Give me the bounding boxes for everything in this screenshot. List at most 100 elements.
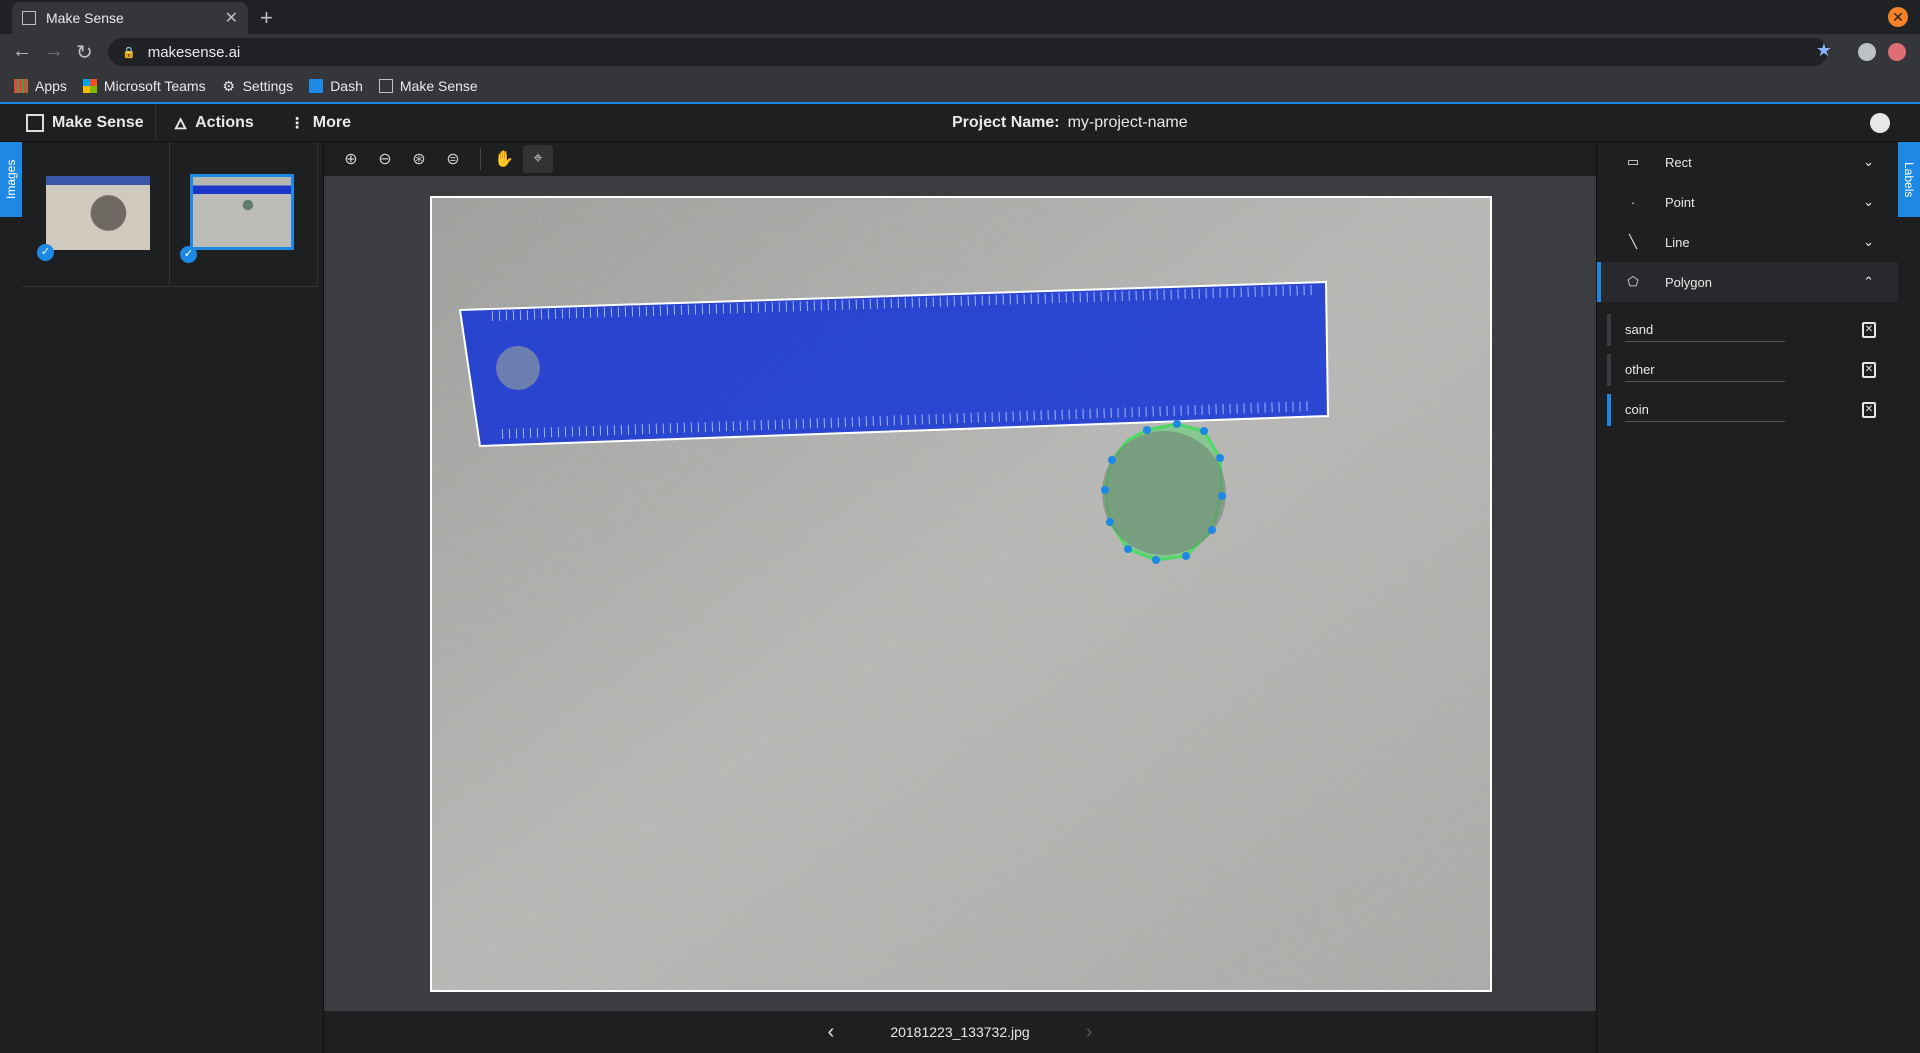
bookmark-label: Make Sense xyxy=(399,78,478,94)
flame-icon: 🜂 xyxy=(174,116,188,133)
chevron-down-icon[interactable]: ⌄ xyxy=(1863,154,1874,170)
actions-menu[interactable]: 🜂 Actions xyxy=(156,104,272,141)
bookmark-apps[interactable]: Apps xyxy=(14,78,67,94)
polygon-icon: ⬠ xyxy=(1627,274,1639,289)
make-sense-icon xyxy=(22,11,36,25)
bookmark-label: Dash xyxy=(330,78,363,94)
forward-icon[interactable]: → xyxy=(44,40,64,63)
image-thumbnail-selected[interactable]: ✓ xyxy=(170,142,318,287)
annotated-image[interactable] xyxy=(430,196,1492,992)
polygon-vertex xyxy=(1218,492,1226,500)
zoom-in-icon[interactable]: ⊕ xyxy=(336,145,366,173)
url-text: makesense.ai xyxy=(147,43,241,61)
thumbnail-image xyxy=(46,176,150,250)
image-canvas[interactable] xyxy=(324,176,1596,1011)
project-name: Project Name: my-project-name xyxy=(952,114,1188,132)
bookmark-dash[interactable]: Dash xyxy=(309,78,363,94)
label-type-line[interactable]: ╲ Line ⌄ xyxy=(1597,222,1898,262)
chevron-down-icon[interactable]: ⌄ xyxy=(1863,234,1874,250)
polygon-vertex xyxy=(1106,518,1114,526)
project-name-input[interactable]: my-project-name xyxy=(1068,114,1188,131)
label-color-bar xyxy=(1607,394,1611,426)
next-image-icon[interactable]: › xyxy=(1086,1021,1093,1044)
image-svg xyxy=(432,198,1490,990)
image-thumbnail[interactable]: ✓ xyxy=(22,142,170,287)
label-type-name: Point xyxy=(1665,194,1695,210)
right-side-strip xyxy=(1898,217,1920,1053)
label-type-polygon[interactable]: ⬠ Polygon ⌃ xyxy=(1597,262,1898,302)
apps-grid-icon xyxy=(14,79,28,93)
label-panel: ▭ Rect ⌄ · Point ⌄ ╲ Line ⌄ ⬠ Polygon ⌃ … xyxy=(1596,142,1898,1053)
bookmark-label: Microsoft Teams xyxy=(103,78,206,94)
brand[interactable]: Make Sense xyxy=(0,104,156,141)
chevron-down-icon[interactable]: ⌄ xyxy=(1863,194,1874,210)
previous-image-icon[interactable]: ‹ xyxy=(828,1021,835,1044)
toolbar-divider xyxy=(480,148,481,170)
label-name-input[interactable]: coin xyxy=(1625,398,1785,422)
bookmark-make-sense[interactable]: Make Sense xyxy=(378,78,478,94)
microsoft-icon xyxy=(82,79,97,93)
label-type-name: Polygon xyxy=(1665,274,1712,290)
actions-label: Actions xyxy=(195,113,254,131)
bookmark-settings[interactable]: ⚙ Settings xyxy=(222,78,294,94)
crosshair-icon[interactable]: ⌖ xyxy=(523,145,553,173)
polygon-vertex xyxy=(1216,454,1224,462)
more-vertical-icon: ⋮ xyxy=(289,114,305,132)
browser-tab[interactable]: Make Sense ✕ xyxy=(12,2,248,34)
zoom-fit-icon[interactable]: ⊛ xyxy=(404,145,434,173)
label-color-bar xyxy=(1607,314,1611,346)
polygon-vertex xyxy=(1143,426,1151,434)
bookmark-label: Settings xyxy=(242,78,294,94)
label-row-sand[interactable]: sand ✕ xyxy=(1607,310,1898,350)
check-icon: ✓ xyxy=(180,246,197,263)
rect-icon: ▭ xyxy=(1626,154,1640,169)
label-name-input[interactable]: other xyxy=(1625,358,1785,382)
zoom-out-icon[interactable]: ⊖ xyxy=(370,145,400,173)
reload-icon[interactable]: ↻ xyxy=(76,40,93,65)
labels-side-tab[interactable]: Labels xyxy=(1898,142,1920,217)
image-file-name: 20181223_133732.jpg xyxy=(890,1024,1030,1040)
point-icon: · xyxy=(1630,194,1636,210)
address-bar[interactable]: 🔒 makesense.ai xyxy=(108,38,1828,66)
delete-icon[interactable]: ✕ xyxy=(1862,362,1876,378)
polygon-label-list: sand ✕ other ✕ coin ✕ xyxy=(1597,310,1898,430)
polygon-vertex xyxy=(1182,552,1190,560)
label-type-point[interactable]: · Point ⌄ xyxy=(1597,182,1898,222)
check-icon: ✓ xyxy=(37,244,54,261)
tab-title: Make Sense xyxy=(46,10,124,26)
lock-icon: 🔒 xyxy=(122,46,136,59)
new-tab-button[interactable]: + xyxy=(260,5,273,31)
left-side-strip xyxy=(0,217,22,1053)
label-row-coin[interactable]: coin ✕ xyxy=(1607,390,1898,430)
label-color-bar xyxy=(1607,354,1611,386)
label-type-name: Rect xyxy=(1665,154,1692,170)
profile-avatar[interactable] xyxy=(1858,43,1876,61)
extension-icon[interactable] xyxy=(1888,43,1906,61)
bookmark-microsoft-teams[interactable]: Microsoft Teams xyxy=(82,78,206,94)
delete-icon[interactable]: ✕ xyxy=(1862,322,1876,338)
polygon-vertex xyxy=(1208,526,1216,534)
window-close-button[interactable]: ✕ xyxy=(1888,7,1908,27)
github-icon[interactable] xyxy=(1870,113,1890,133)
hand-icon[interactable]: ✋ xyxy=(489,145,519,173)
bookmark-star-icon[interactable]: ★ xyxy=(1816,40,1832,61)
chevron-up-icon[interactable]: ⌃ xyxy=(1863,274,1874,290)
browser-tab-strip: Make Sense ✕ + ✕ xyxy=(0,0,1920,34)
back-icon[interactable]: ← xyxy=(12,40,32,63)
project-name-label: Project Name: xyxy=(952,114,1060,131)
polygon-vertex xyxy=(1200,427,1208,435)
delete-icon[interactable]: ✕ xyxy=(1862,402,1876,418)
close-icon[interactable]: ✕ xyxy=(225,8,238,28)
label-name-input[interactable]: sand xyxy=(1625,318,1785,342)
images-side-tab[interactable]: Images xyxy=(0,142,22,217)
label-type-name: Line xyxy=(1665,234,1690,250)
label-row-other[interactable]: other ✕ xyxy=(1607,350,1898,390)
label-type-rect[interactable]: ▭ Rect ⌄ xyxy=(1597,142,1898,182)
line-icon: ╲ xyxy=(1629,234,1637,249)
app-top-bar: Make Sense 🜂 Actions ⋮ More Project Name… xyxy=(0,104,1920,142)
chart-icon xyxy=(309,79,324,93)
zoom-max-icon[interactable]: ⊜ xyxy=(438,145,468,173)
more-menu[interactable]: ⋮ More xyxy=(272,104,369,141)
brand-name: Make Sense xyxy=(52,113,144,131)
more-label: More xyxy=(312,113,352,131)
